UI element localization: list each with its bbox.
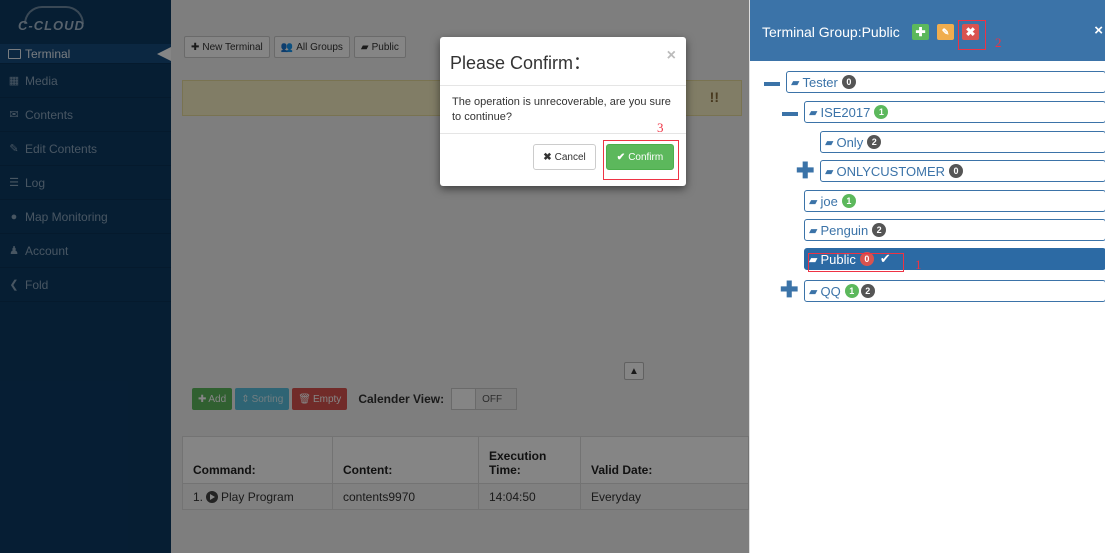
- annotation-number-1: 1: [915, 257, 922, 272]
- annotation-box-2: [958, 20, 986, 50]
- edit-icon: ✎: [941, 26, 950, 37]
- tree-node-onlycustomer[interactable]: ▰ ONLYCUSTOMER 0: [820, 160, 1105, 182]
- panel-close-icon[interactable]: ×: [1094, 22, 1103, 39]
- annotation-box-3: [603, 140, 679, 180]
- count-badge: 1: [874, 105, 889, 119]
- annotation-box-1: [808, 253, 904, 272]
- edit-group-button[interactable]: ✎: [937, 24, 954, 40]
- folder-icon: ▰: [809, 106, 818, 119]
- tree-node-penguin[interactable]: ▰ Penguin 2: [804, 219, 1105, 241]
- tree-node-qq[interactable]: ▰ QQ 1 2: [804, 280, 1105, 302]
- close-icon: ✖: [543, 151, 552, 163]
- count-badge: 1: [844, 284, 859, 298]
- count-badge: 1: [841, 194, 856, 208]
- folder-icon: ▰: [809, 195, 818, 208]
- folder-icon: ▰: [825, 136, 834, 149]
- tree-node-label: Only: [836, 134, 864, 150]
- tree-node-joe[interactable]: ▰ joe 1: [804, 190, 1105, 212]
- cancel-label: Cancel: [554, 151, 586, 163]
- cancel-button[interactable]: ✖ Cancel: [533, 144, 596, 170]
- dialog-close-icon[interactable]: ×: [667, 47, 676, 65]
- tree-node-only[interactable]: ▰ Only 2: [820, 131, 1105, 153]
- collapse-icon[interactable]: [764, 82, 780, 86]
- folder-icon: ▰: [825, 165, 834, 178]
- count-badge: 2: [860, 284, 875, 298]
- panel-title: Terminal Group:Public: [762, 24, 900, 40]
- count-badge: 0: [949, 164, 964, 178]
- dialog-message: The operation is unrecoverable, are you …: [440, 86, 686, 134]
- folder-icon: ▰: [809, 224, 818, 237]
- tree-node-label: joe: [820, 193, 838, 209]
- terminal-group-panel: Terminal Group:Public ✚ ✎ ✖ × ▰ Tester 0…: [749, 0, 1105, 553]
- plus-icon: ✚: [915, 25, 926, 39]
- annotation-number-2: 2: [995, 35, 1002, 50]
- add-group-button[interactable]: ✚: [912, 24, 929, 40]
- annotation-number-3: 3: [657, 120, 664, 135]
- tree-node-label: Tester: [802, 74, 838, 90]
- count-badge: 0: [841, 75, 856, 89]
- dialog-title: Please Confirm：: [450, 53, 592, 73]
- tree-node-label: ONLYCUSTOMER: [836, 163, 946, 179]
- tree-node-tester[interactable]: ▰ Tester 0: [786, 71, 1105, 93]
- panel-header: Terminal Group:Public ✚ ✎ ✖ ×: [750, 0, 1105, 61]
- collapse-icon[interactable]: [782, 112, 798, 116]
- count-badge: 2: [867, 135, 882, 149]
- tree-node-label: ISE2017: [820, 104, 871, 120]
- tree-node-label: QQ: [820, 283, 841, 299]
- tree-node-ise2017[interactable]: ▰ ISE2017 1: [804, 101, 1105, 123]
- expand-icon[interactable]: ✚: [796, 160, 814, 182]
- expand-icon[interactable]: ✚: [780, 279, 798, 301]
- folder-icon: ▰: [809, 285, 818, 298]
- tree-node-label: Penguin: [820, 222, 869, 238]
- count-badge: 2: [872, 223, 887, 237]
- dialog-header: Please Confirm： ×: [440, 37, 686, 86]
- folder-icon: ▰: [791, 76, 800, 89]
